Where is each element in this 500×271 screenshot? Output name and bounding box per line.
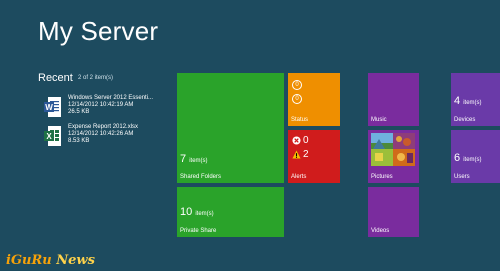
users-unit: item(s) — [463, 157, 482, 163]
status-backup-icon: 0 — [292, 94, 302, 104]
tile-private-share[interactable]: 10 item(s) Private Share — [177, 187, 284, 237]
recent-file-item[interactable]: W Windows Server 2012 Essenti... 12/14/2… — [44, 95, 174, 123]
pictures-label: Pictures — [371, 174, 393, 180]
word-doc-icon: W — [44, 97, 61, 117]
tile-devices[interactable]: 4 item(s) Devices — [451, 73, 500, 126]
watermark-logo: iGuRu News — [6, 253, 95, 268]
watermark-part2: News — [56, 253, 95, 268]
tile-shared-folders[interactable]: 7 item(s) Shared Folders — [177, 73, 284, 183]
status-icon1-text: 0 — [295, 82, 299, 88]
status-icon2-text: 0 — [295, 96, 299, 102]
shared-folders-count-wrap: 7 item(s) — [180, 153, 208, 165]
tile-pictures[interactable]: Pictures — [368, 130, 419, 183]
file-date: 12/14/2012 10:42:26 AM — [68, 131, 134, 138]
alerts-critical-count: 0 — [303, 135, 309, 146]
shared-folders-unit: item(s) — [189, 158, 208, 164]
users-count-wrap: 6 item(s) — [454, 152, 482, 164]
users-label: Users — [454, 174, 470, 180]
devices-count-wrap: 4 item(s) — [454, 95, 482, 107]
status-label: Status — [291, 117, 309, 123]
recent-header: Recent — [38, 72, 73, 84]
private-share-unit: item(s) — [195, 211, 214, 217]
file-name: Windows Server 2012 Essenti... — [68, 95, 154, 101]
music-label: Music — [371, 117, 387, 123]
devices-unit: item(s) — [463, 100, 482, 106]
status-sync-icon: 0 — [292, 80, 302, 90]
tile-status[interactable]: 0 0 Status — [288, 73, 340, 126]
file-size: 8.53 KB — [68, 138, 90, 145]
svg-text:W: W — [45, 103, 53, 112]
private-share-count: 10 — [180, 206, 193, 218]
users-count: 6 — [454, 152, 461, 164]
tile-videos[interactable]: Videos — [368, 187, 419, 237]
pictures-thumbnail-image — [371, 133, 415, 166]
file-name: Expense Report 2012.xlsx — [68, 124, 139, 130]
devices-count: 4 — [454, 95, 461, 107]
svg-text:X: X — [46, 132, 52, 141]
devices-label: Devices — [454, 117, 476, 123]
private-share-count-wrap: 10 item(s) — [180, 206, 214, 218]
shared-folders-label: Shared Folders — [180, 174, 222, 180]
videos-label: Videos — [371, 228, 390, 234]
tile-alerts[interactable]: 0 2 Alerts — [288, 130, 340, 183]
tile-music[interactable]: Music — [368, 73, 419, 126]
watermark-part1: iGuRu — [6, 253, 52, 268]
shared-folders-count: 7 — [180, 153, 187, 165]
critical-x-icon — [292, 136, 301, 145]
alerts-warning-count: 2 — [303, 149, 309, 160]
file-date: 12/14/2012 10:42:19 AM — [68, 102, 134, 109]
recent-count: 2 of 2 item(s) — [78, 75, 114, 81]
tile-users[interactable]: 6 item(s) Users — [451, 130, 500, 183]
page-title: My Server — [38, 16, 159, 46]
alerts-label: Alerts — [291, 174, 307, 180]
file-size: 26.5 KB — [68, 109, 90, 116]
excel-doc-icon: X — [44, 126, 61, 146]
recent-file-item[interactable]: X Expense Report 2012.xlsx 12/14/2012 10… — [44, 124, 174, 152]
private-share-label: Private Share — [180, 228, 217, 234]
warning-icon — [292, 150, 301, 159]
